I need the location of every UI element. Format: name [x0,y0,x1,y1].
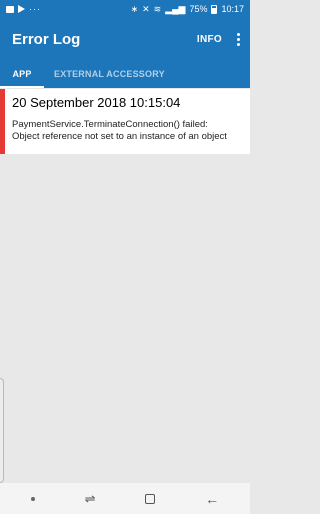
signal-icon: ▂▄▆ [165,3,186,14]
overflow-menu-icon[interactable] [236,32,240,46]
battery-icon [211,4,218,14]
entry-message-line-1: PaymentService.TerminateConnection() fai… [12,119,208,130]
app-bar: Error Log INFO [0,18,250,60]
list-item[interactable]: 20 September 2018 10:15:04 PaymentServic… [0,89,250,154]
back-arrow-icon[interactable]: ← [205,491,219,507]
play-notification-icon [18,5,25,13]
wifi-icon: ≋ [153,3,162,14]
status-bar-left: ··· [6,4,41,14]
gallery-notification-icon [6,5,14,13]
clock: 10:17 [221,4,244,14]
status-bar-right: ∗ ✕ ≋ ▂▄▆ 75% 10:17 [131,4,244,15]
tab-app[interactable]: APP [0,60,44,88]
page-title: Error Log [12,30,81,48]
edge-panel-handle[interactable] [0,378,4,483]
recent-apps-icon[interactable]: ⇌ [85,491,96,507]
entry-message-line-2: Object reference not set to an instance … [12,131,227,142]
home-icon[interactable] [145,493,156,504]
entry-message: PaymentService.TerminateConnection() fai… [12,119,242,143]
battery-level: 75% [189,4,208,14]
mute-icon: ✕ [142,3,150,14]
more-notifications-icon: ··· [29,4,41,14]
navigation-bar: ⇌ ← [0,483,250,514]
status-bar: ··· ∗ ✕ ≋ ▂▄▆ 75% 10:17 [0,0,250,18]
bluetooth-icon: ∗ [130,3,139,14]
nav-indicator-dot [30,496,35,501]
tab-external-accessory[interactable]: EXTERNAL ACCESSORY [44,60,175,88]
error-accent-bar [0,89,5,154]
info-button[interactable]: INFO [197,34,222,45]
entry-timestamp: 20 September 2018 10:15:04 [12,95,181,110]
tab-bar: APP EXTERNAL ACCESSORY [0,60,250,88]
